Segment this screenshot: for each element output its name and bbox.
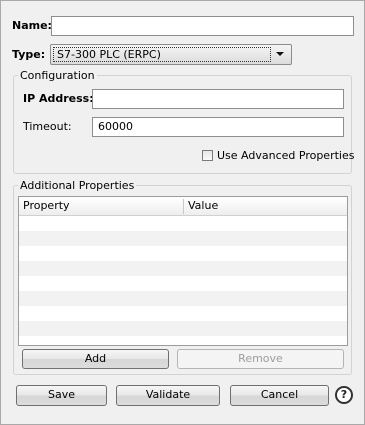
- additional-properties-title: Additional Properties: [18, 179, 137, 192]
- table-row: [19, 276, 347, 291]
- add-button[interactable]: Add: [22, 349, 169, 369]
- help-icon[interactable]: ?: [335, 386, 353, 404]
- save-button[interactable]: Save: [16, 385, 107, 406]
- table-row: [19, 306, 347, 321]
- type-label: Type:: [12, 48, 46, 61]
- dialog-window: Name: Type: S7-300 PLC (ERPC) Configurat…: [0, 0, 365, 425]
- cancel-button[interactable]: Cancel: [230, 385, 329, 406]
- timeout-label: Timeout:: [23, 120, 72, 133]
- table-row: [19, 231, 347, 246]
- advanced-properties-checkbox[interactable]: [202, 150, 213, 161]
- configuration-title: Configuration: [18, 69, 97, 82]
- timeout-input[interactable]: 60000: [92, 117, 344, 137]
- chevron-down-icon: [276, 52, 284, 56]
- table-header: Property Value: [19, 197, 347, 216]
- column-header-value[interactable]: Value: [184, 197, 347, 215]
- ip-address-input[interactable]: [92, 89, 344, 109]
- table-row: [19, 216, 347, 231]
- type-dropdown[interactable]: S7-300 PLC (ERPC): [50, 44, 292, 65]
- name-input[interactable]: [51, 16, 354, 36]
- table-row: [19, 261, 347, 276]
- advanced-properties-label: Use Advanced Properties: [217, 149, 355, 162]
- table-row: [19, 246, 347, 261]
- ip-address-label: IP Address:: [23, 92, 94, 105]
- type-dropdown-value: S7-300 PLC (ERPC): [53, 47, 271, 62]
- validate-button[interactable]: Validate: [116, 385, 220, 406]
- column-header-property[interactable]: Property: [19, 197, 184, 215]
- table-row: [19, 321, 347, 336]
- table-row: [19, 291, 347, 306]
- name-label: Name:: [12, 19, 52, 32]
- remove-button[interactable]: Remove: [177, 349, 344, 369]
- properties-table[interactable]: Property Value: [18, 196, 348, 346]
